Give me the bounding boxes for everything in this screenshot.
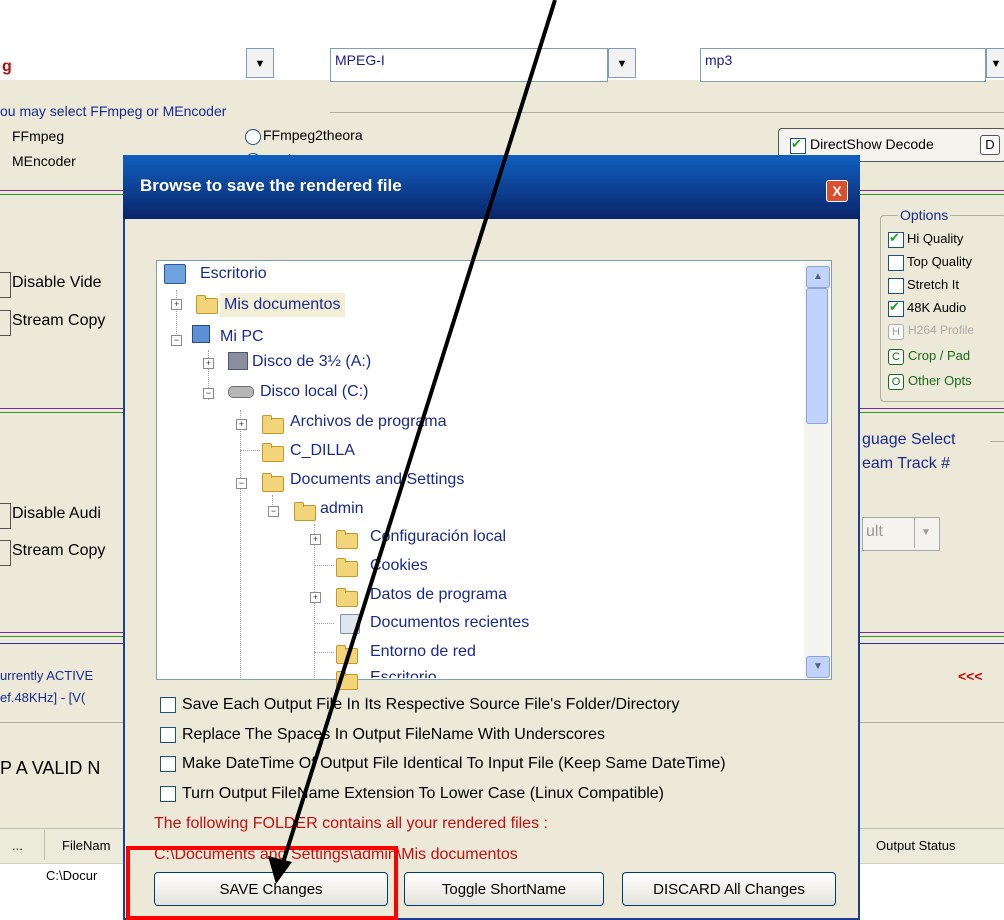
annotation-arrow-line: [280, 0, 557, 867]
annotation-arrow-svg: [268, 0, 557, 884]
annotation-arrowhead: [268, 856, 292, 884]
